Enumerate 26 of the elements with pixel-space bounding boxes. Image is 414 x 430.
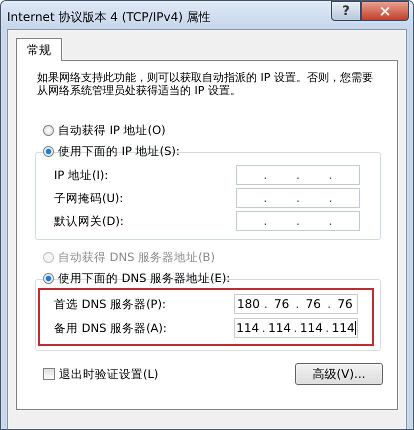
radio-label: 自动获得 IP 地址(O) (58, 123, 166, 138)
octet-text: 76 (336, 297, 354, 311)
field-label: 默认网关(D): (54, 214, 124, 228)
field-label: 子网掩码(U): (54, 190, 124, 206)
field-label: 首选 DNS 服务器(P): (54, 296, 166, 312)
ip-address-field[interactable]: . . . (236, 165, 360, 185)
window-title: Internet 协议版本 4 (TCP/IPv4) 属性 (7, 9, 211, 26)
checkbox[interactable] (43, 368, 55, 380)
description-text: 如果网络支持此功能，则可以获取自动指派的 IP 设置。否则，您需要从网络系统管理员处获得适当的 IP 设置。 (37, 71, 374, 97)
radio-button[interactable] (43, 273, 54, 284)
field-label: 备用 DNS 服务器(A): (54, 320, 167, 336)
radio-label: 使用下面的 IP 地址(S): (58, 144, 180, 159)
ip-address-field[interactable]: 180 . 76 . 76 . 76 (234, 294, 358, 314)
ip-address-field[interactable]: . . . (236, 188, 360, 208)
radio-label: 自动获得 DNS 服务器地址(B) (58, 250, 215, 265)
advanced-button[interactable]: 高级(V)... (295, 363, 383, 385)
checkbox-label: 退出时验证设置(L) (59, 366, 158, 382)
radio-button[interactable] (43, 146, 54, 157)
ip-address-field[interactable]: 114 . 114 . 114 . 114 (234, 318, 358, 338)
radio-button[interactable] (43, 125, 54, 136)
field-label: IP 地址(I): (54, 168, 108, 182)
radio-label: 使用下面的 DNS 服务器地址(E): (58, 271, 230, 286)
octet-text: 114 (332, 321, 356, 335)
tab[interactable]: 常规 (16, 38, 62, 61)
help-button[interactable]: ? (331, 1, 361, 21)
ip-address-field[interactable]: . . . (236, 211, 360, 231)
